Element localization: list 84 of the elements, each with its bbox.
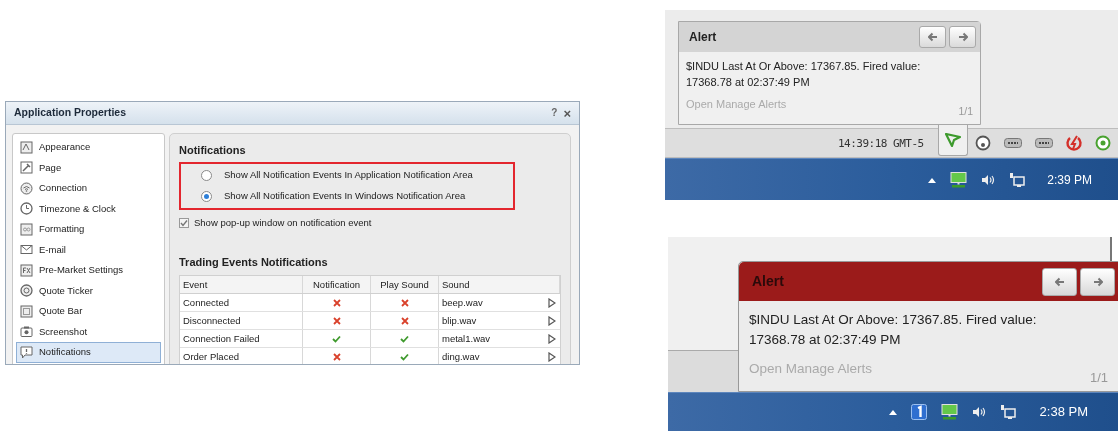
grid-icon — [20, 222, 33, 236]
help-button[interactable]: ? — [551, 108, 558, 118]
sidebar-item[interactable]: Screenshot — [16, 321, 161, 342]
left-arrow-icon — [1054, 276, 1065, 287]
next-button[interactable] — [1080, 267, 1115, 296]
envelope-icon — [20, 243, 33, 257]
alert-title: Alert — [752, 272, 784, 291]
left-arrow-icon — [927, 32, 938, 42]
table-cell: ding.wav — [442, 349, 480, 364]
section-heading: Notifications — [179, 143, 247, 158]
square-icon — [20, 304, 33, 318]
radio-label: Show All Notification Events In Windows Notification Area — [224, 188, 466, 203]
speech-bubble-icon — [20, 345, 33, 359]
up-arrow-icon[interactable] — [928, 176, 937, 183]
radio-label: Show All Notification Events In Application Notification Area — [224, 167, 473, 182]
sidebar-item[interactable]: Formatting — [16, 219, 161, 240]
radio-button[interactable] — [201, 190, 212, 202]
table-cell: Connection Failed — [180, 330, 303, 348]
network-icon[interactable] — [940, 404, 958, 420]
taskbar-clock: 2:39 PM — [1047, 171, 1092, 189]
wifi-icon — [20, 181, 33, 195]
previous-button[interactable] — [919, 26, 946, 48]
sidebar-item[interactable]: Appearance — [16, 137, 161, 158]
plug-monitor-icon[interactable] — [999, 404, 1016, 420]
alert-counter: 1/1 — [958, 104, 973, 120]
close-button[interactable]: × — [563, 106, 571, 120]
table-cell: beep.wav — [442, 295, 483, 310]
cursor-arrow-icon — [945, 133, 961, 147]
play-button[interactable] — [548, 315, 556, 326]
pill-icon[interactable] — [1004, 138, 1022, 148]
checkbox[interactable] — [179, 217, 189, 228]
section-heading: Trading Events Notifications — [179, 254, 329, 270]
table-cell: Disconnected — [180, 312, 303, 330]
checkbox-label: Show pop-up window on notification event — [194, 215, 372, 230]
tool-icon — [20, 161, 33, 175]
window-title: Application Properties — [14, 105, 127, 121]
camera-icon — [20, 325, 33, 339]
sidebar-item[interactable]: Notifications — [16, 342, 161, 363]
play-button[interactable] — [548, 351, 556, 362]
alert-message: $INDU Last At Or Above: 17367.85. Fired value: 17368.78 at 02:37:49 PM — [686, 59, 922, 90]
alert-counter: 1/1 — [1089, 368, 1108, 387]
speaker-icon[interactable] — [971, 405, 986, 419]
lightning-circle-icon[interactable] — [1066, 135, 1082, 151]
table-cell: metal1.wav — [442, 331, 491, 346]
plug-monitor-icon[interactable] — [1009, 171, 1026, 188]
play-icon — [548, 333, 556, 344]
previous-button[interactable] — [1042, 267, 1077, 296]
status-clock: 14:39:18 GMT-5 — [838, 136, 924, 152]
sidebar-item[interactable]: E-mail — [16, 239, 161, 260]
right-arrow-icon — [957, 32, 968, 42]
table-cell: blip.wav — [442, 313, 477, 328]
alert-tab[interactable] — [938, 125, 968, 156]
column-header[interactable]: Event — [180, 276, 303, 294]
table-cell: Connected — [180, 294, 303, 312]
checkmark-icon — [180, 218, 188, 227]
next-button[interactable] — [949, 26, 976, 48]
column-header[interactable]: Notification — [303, 276, 371, 294]
pill-icon[interactable] — [1035, 138, 1053, 148]
right-arrow-icon — [1092, 276, 1103, 287]
sidebar-item[interactable]: Page — [16, 157, 161, 178]
table-cell: Order Placed — [180, 348, 303, 364]
radio-button[interactable] — [201, 169, 212, 181]
power-circle-icon[interactable] — [1095, 135, 1111, 151]
square-icon — [20, 263, 33, 277]
column-header[interactable]: Play Sound — [371, 276, 439, 294]
play-button[interactable] — [548, 333, 556, 344]
target-icon — [20, 284, 33, 298]
network-icon[interactable] — [950, 171, 968, 188]
clock-icon — [20, 202, 33, 216]
sidebar-item[interactable]: Pre-Market Settings — [16, 260, 161, 281]
alert-title: Alert — [689, 29, 717, 46]
play-icon — [548, 297, 556, 308]
sidebar-item[interactable]: Quote Bar — [16, 301, 161, 322]
sidebar-item[interactable]: Quote Ticker — [16, 280, 161, 301]
sidebar-item[interactable]: Connection — [16, 178, 161, 199]
play-icon — [548, 315, 556, 326]
number-badge-icon[interactable] — [910, 404, 927, 420]
taskbar-clock: 2:38 PM — [1039, 403, 1088, 422]
sidebar-item[interactable]: Timezone & Clock — [16, 198, 161, 219]
column-header[interactable]: Sound — [439, 276, 560, 294]
play-button[interactable] — [548, 297, 556, 308]
square-icon — [20, 140, 33, 154]
alert-message: $INDU Last At Or Above: 17367.85. Fired value: 17368.78 at 02:37:49 PM — [749, 311, 1038, 349]
up-arrow-icon[interactable] — [888, 409, 897, 415]
